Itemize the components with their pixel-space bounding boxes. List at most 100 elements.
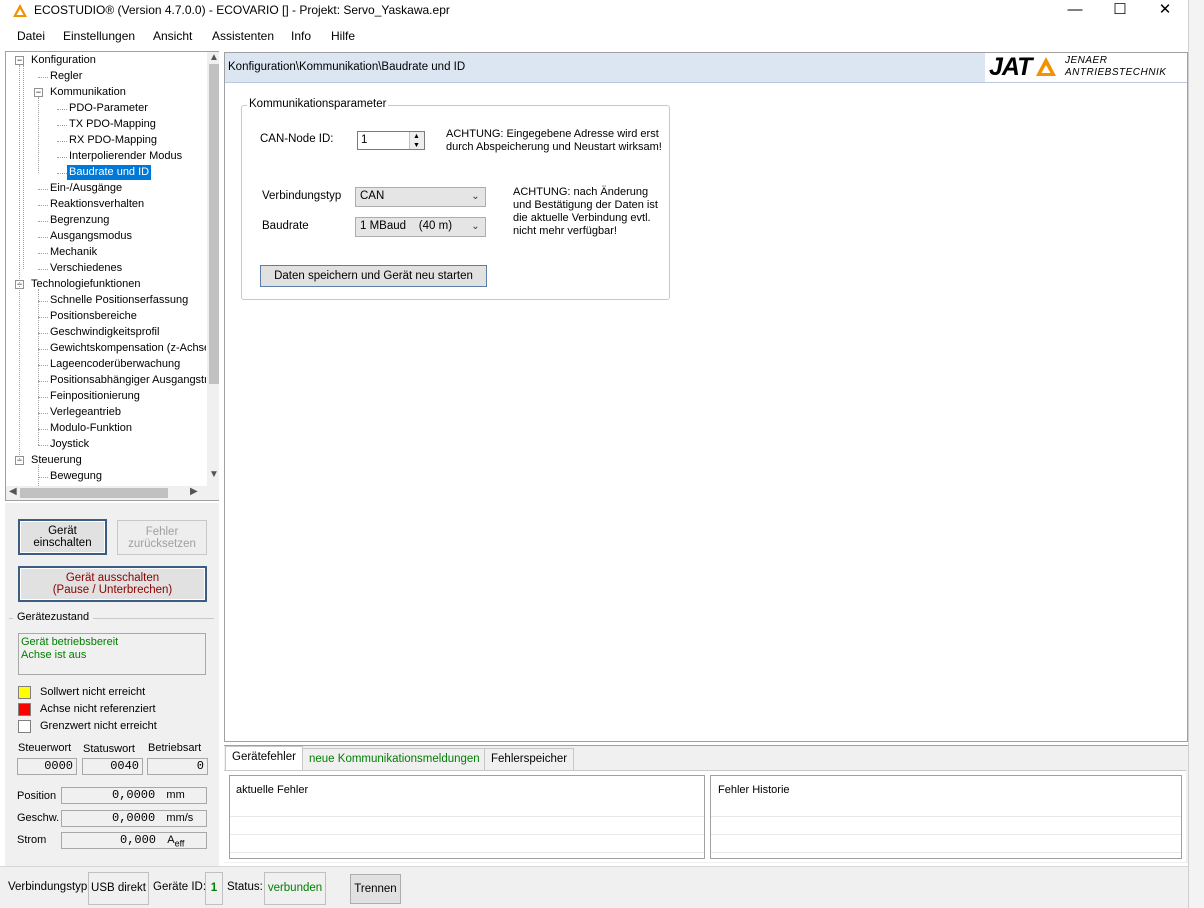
- tree-connector: [38, 253, 48, 254]
- tree-connector: [57, 141, 67, 142]
- tree-connector: [38, 189, 48, 190]
- fehler-historie-list[interactable]: Fehler Historie: [710, 775, 1182, 859]
- aktuelle-fehler-header: aktuelle Fehler: [236, 784, 309, 796]
- tree-item[interactable]: Feinpositionierung: [50, 389, 140, 404]
- tree-connector: [38, 465, 39, 486]
- fehler-zuruecksetzen-button[interactable]: Fehler zurücksetzen: [117, 520, 207, 555]
- aktuelle-fehler-list[interactable]: aktuelle Fehler: [229, 775, 705, 859]
- close-button[interactable]: ✕: [1142, 0, 1188, 22]
- geraet-einschalten-button[interactable]: Gerät einschalten: [18, 519, 107, 555]
- tree-connector: [38, 317, 48, 318]
- tree-connector: [38, 301, 48, 302]
- main-content-panel: Konfiguration\Kommunikation\Baudrate und…: [224, 52, 1188, 742]
- status-bar: Verbindungstyp: USB direkt Geräte ID: 1 …: [0, 866, 1188, 908]
- indicator-label: Sollwert nicht erreicht: [40, 686, 146, 698]
- menu-info[interactable]: Info: [291, 29, 311, 43]
- tree-item[interactable]: Joystick: [50, 437, 89, 452]
- maximize-button[interactable]: ☐: [1097, 0, 1143, 22]
- tree-item[interactable]: Interpolierender Modus: [69, 149, 182, 164]
- tree-item[interactable]: Positionsabhängiger Ausgangstri: [50, 373, 206, 388]
- tree-vertical-scroll-thumb[interactable]: [209, 64, 219, 384]
- tree-collapse-icon[interactable]: −: [34, 88, 43, 97]
- tree-item[interactable]: Mechanik: [50, 245, 97, 260]
- tree-item[interactable]: Baudrate und ID: [67, 165, 152, 180]
- tree-item[interactable]: Reaktionsverhalten: [50, 197, 144, 212]
- row-divider: [711, 816, 1181, 817]
- tree-item[interactable]: Bewegung: [50, 469, 102, 484]
- tree-item[interactable]: Gewichtskompensation (z-Achse: [50, 341, 206, 356]
- warning2-line4: nicht mehr verfügbar!: [513, 225, 617, 237]
- menu-assistenten[interactable]: Assistenten: [212, 29, 274, 43]
- tab-geraetefehler[interactable]: Gerätefehler: [225, 746, 303, 770]
- tree-item[interactable]: Verschiedenes: [50, 261, 122, 276]
- tree-item[interactable]: Ausgangsmodus: [50, 229, 132, 244]
- menu-datei[interactable]: Datei: [17, 29, 45, 43]
- minimize-button[interactable]: —: [1052, 0, 1098, 22]
- trennen-button[interactable]: Trennen: [350, 874, 401, 904]
- tree-connector: [57, 173, 67, 174]
- menu-einstellungen[interactable]: Einstellungen: [63, 29, 135, 43]
- tree-item[interactable]: Lageencoderüberwachung: [50, 357, 180, 372]
- chevron-down-icon[interactable]: ⌄: [467, 219, 484, 235]
- indicator-label: Achse nicht referenziert: [40, 703, 156, 715]
- node-id-input[interactable]: 1 ▲ ▼: [357, 131, 425, 150]
- scroll-left-icon[interactable]: ◀: [9, 486, 17, 497]
- position-value: 0,0000: [112, 788, 156, 802]
- tree-connector: [38, 477, 48, 478]
- tree-connector: [38, 413, 48, 414]
- tree-item[interactable]: Verlegeantrieb: [50, 405, 121, 420]
- tree-item[interactable]: Konfiguration: [31, 53, 96, 68]
- strom-label: Strom: [17, 834, 47, 846]
- row-divider: [230, 816, 704, 817]
- verbindungstyp-label: Verbindungstyp: [262, 190, 342, 202]
- tab-neue-kommunikationsmeldungen[interactable]: neue Kommunikationsmeldungen: [302, 748, 487, 770]
- menu-hilfe[interactable]: Hilfe: [331, 29, 355, 43]
- tree-item[interactable]: Regler: [50, 69, 82, 84]
- tree-collapse-icon[interactable]: −: [15, 56, 24, 65]
- tree-item[interactable]: Modulo-Funktion: [50, 421, 132, 436]
- scroll-down-icon[interactable]: ▼: [209, 469, 219, 480]
- tree-item[interactable]: Schnelle Positionserfassung: [50, 293, 188, 308]
- logo-text: JAT: [989, 53, 1032, 81]
- tree-item[interactable]: Ein-/Ausgänge: [50, 181, 122, 196]
- node-id-spinner[interactable]: ▲ ▼: [409, 132, 424, 149]
- tree-item[interactable]: PDO-Parameter: [69, 101, 148, 116]
- indicator-square-icon: [18, 703, 31, 716]
- tree-horizontal-scroll-thumb[interactable]: [20, 488, 168, 498]
- menu-bar: Datei Einstellungen Ansicht Assistenten …: [0, 26, 1188, 48]
- scroll-up-icon[interactable]: ▲: [209, 52, 219, 63]
- tree-item[interactable]: Begrenzung: [50, 213, 109, 228]
- baudrate-select[interactable]: 1 MBaud (40 m) ⌄: [355, 217, 486, 237]
- warning2-line2: und Bestätigung der Daten ist: [513, 199, 658, 211]
- row-divider: [230, 834, 704, 835]
- warning1-line2: durch Abspeicherung und Neustart wirksam…: [446, 141, 662, 153]
- daten-speichern-button[interactable]: Daten speichern und Gerät neu starten: [260, 265, 487, 287]
- row-divider: [230, 852, 704, 853]
- indicator-square-icon: [18, 686, 31, 699]
- tree-vertical-scrollbar[interactable]: ▲ ▼: [207, 52, 219, 486]
- chevron-down-icon[interactable]: ⌄: [467, 189, 484, 205]
- tree-item[interactable]: RX PDO-Mapping: [69, 133, 157, 148]
- tree-item[interactable]: Technologiefunktionen: [31, 277, 140, 292]
- tree-item[interactable]: TX PDO-Mapping: [69, 117, 156, 132]
- tree-horizontal-scrollbar[interactable]: ◀ ▶: [6, 486, 219, 500]
- tab-fehlerspeicher[interactable]: Fehlerspeicher: [484, 748, 575, 770]
- scroll-right-icon[interactable]: ▶: [190, 486, 198, 497]
- navigation-tree: − Konfiguration Regler − Kommunikation PDO-Pa…: [5, 51, 219, 501]
- jat-logo: JAT JENAER ANTRIEBSTECHNIK: [985, 53, 1187, 82]
- verbindungstyp-select[interactable]: CAN ⌄: [355, 187, 486, 207]
- spin-down-icon[interactable]: ▼: [413, 138, 420, 154]
- indicator-square-icon: [18, 720, 31, 733]
- menu-ansicht[interactable]: Ansicht: [153, 29, 192, 43]
- tree-item[interactable]: Kommunikation: [50, 85, 126, 100]
- indicator-label: Grenzwert nicht erreicht: [40, 720, 157, 732]
- tree-item[interactable]: Positionsbereiche: [50, 309, 137, 324]
- geraet-ausschalten-button[interactable]: Gerät ausschalten (Pause / Unterbrechen): [18, 566, 207, 602]
- geraete-id-label: Geräte ID:: [153, 881, 207, 893]
- strom-field: 0,000 Aeff: [61, 832, 207, 849]
- tree-connector: [38, 221, 48, 222]
- strom-unit: A: [167, 834, 175, 846]
- zustand-box: Gerät betriebsbereit Achse ist aus: [18, 633, 206, 675]
- tree-item[interactable]: Geschwindigkeitsprofil: [50, 325, 159, 340]
- verbindungstyp-status-value: USB direkt: [88, 872, 149, 905]
